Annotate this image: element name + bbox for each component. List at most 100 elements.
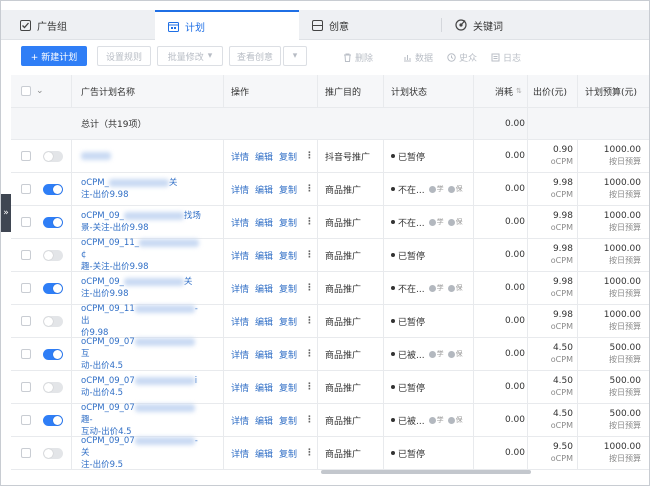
edit-link[interactable]: 编辑 — [255, 150, 273, 163]
row-checkbox[interactable] — [21, 206, 31, 238]
plan-name-link[interactable]: oCPM_09_11_ ¢ 趣-关注-出价9.98 — [81, 238, 201, 272]
history-button[interactable]: 史众 — [447, 51, 477, 64]
plan-name-link[interactable]: oCPM_09_ 找场 景-关注-出价9.98 — [81, 206, 201, 238]
detail-link[interactable]: 详情 — [231, 183, 249, 196]
plan-name-link[interactable]: oCPM_09_07 互 动-出价4.5 — [81, 337, 201, 371]
row-toggle[interactable] — [43, 173, 63, 205]
select-all-checkbox[interactable] — [21, 75, 31, 107]
detail-link[interactable]: 详情 — [231, 414, 249, 427]
tab-keyword[interactable]: 关键词 — [455, 10, 503, 40]
row-checkbox[interactable] — [21, 140, 31, 172]
detail-link[interactable]: 详情 — [231, 447, 249, 460]
row-checkbox[interactable] — [21, 371, 31, 403]
copy-link[interactable]: 复制 — [279, 348, 297, 361]
goal-text: 商品推广 — [325, 350, 362, 361]
plan-name-link[interactable]: oCPM_09_07 -关 注-出价9.5 — [81, 436, 201, 470]
batch-edit-button[interactable]: 批量修改 ▾ — [157, 46, 223, 66]
new-plan-button[interactable]: + 新建计划 — [21, 46, 87, 66]
plan-name-link[interactable]: oCPM_09_07 趣- 互动-出价4.5 — [81, 403, 201, 437]
col-consume[interactable]: 消耗 ⇅ — [495, 75, 522, 107]
chevron-down-icon[interactable]: ⌄ — [36, 75, 44, 107]
detail-link[interactable]: 详情 — [231, 150, 249, 163]
detail-link[interactable]: 详情 — [231, 216, 249, 229]
row-toggle[interactable] — [43, 437, 63, 469]
row-toggle[interactable] — [43, 404, 63, 436]
goal-text: 商品推广 — [325, 284, 362, 295]
more-icon[interactable]: ⋮ — [305, 151, 314, 161]
row-checkbox[interactable] — [21, 239, 31, 271]
log-button[interactable]: 日志 — [491, 51, 521, 64]
status-text: 已暂停 — [398, 449, 426, 460]
bid-value: 9.98 — [552, 310, 573, 320]
bid-cell: 9.98 oCPM — [527, 206, 573, 238]
data-button[interactable]: 数据 — [403, 51, 433, 64]
edit-link[interactable]: 编辑 — [255, 282, 273, 295]
more-icon[interactable]: ⋮ — [305, 250, 314, 260]
detail-link[interactable]: 详情 — [231, 282, 249, 295]
plan-name-prefix: oCPM_09_11 — [81, 304, 135, 314]
edit-link[interactable]: 编辑 — [255, 414, 273, 427]
tab-plan[interactable]: 计划 — [155, 10, 299, 41]
copy-link[interactable]: 复制 — [279, 414, 297, 427]
view-creative-dropdown[interactable]: ▾ — [283, 46, 307, 66]
delete-button[interactable]: 删除 — [343, 51, 373, 64]
row-checkbox[interactable] — [21, 272, 31, 304]
more-icon[interactable]: ⋮ — [305, 349, 314, 359]
copy-link[interactable]: 复制 — [279, 249, 297, 262]
detail-link[interactable]: 详情 — [231, 249, 249, 262]
bid-cell: 4.50 oCPM — [527, 404, 573, 436]
edit-link[interactable]: 编辑 — [255, 348, 273, 361]
edit-link[interactable]: 编辑 — [255, 216, 273, 229]
plan-name-link[interactable]: oCPM_ 关 注-出价9.98 — [81, 173, 201, 205]
edit-link[interactable]: 编辑 — [255, 183, 273, 196]
setup-rules-button[interactable]: 设置规则 — [97, 46, 151, 66]
row-checkbox[interactable] — [21, 173, 31, 205]
detail-link[interactable]: 详情 — [231, 348, 249, 361]
more-icon[interactable]: ⋮ — [305, 448, 314, 458]
plan-name-link[interactable]: oCPM_09_11 -出 价9.98 — [81, 304, 201, 338]
row-checkbox[interactable] — [21, 305, 31, 337]
row-toggle[interactable] — [43, 305, 63, 337]
plan-status: 已暂停 — [391, 140, 425, 172]
edit-link[interactable]: 编辑 — [255, 447, 273, 460]
copy-link[interactable]: 复制 — [279, 447, 297, 460]
row-toggle[interactable] — [43, 206, 63, 238]
row-toggle[interactable] — [43, 371, 63, 403]
copy-link[interactable]: 复制 — [279, 315, 297, 328]
budget-value: 1000.00 — [603, 211, 641, 221]
copy-link[interactable]: 复制 — [279, 183, 297, 196]
row-checkbox[interactable] — [21, 338, 31, 370]
plan-name-link[interactable] — [81, 140, 201, 172]
more-icon[interactable]: ⋮ — [305, 415, 314, 425]
learning-badge: 学 — [428, 283, 444, 293]
tab-creative[interactable]: 创意 — [311, 10, 349, 40]
view-creative-button[interactable]: 查看创意 — [229, 46, 281, 66]
status-dot — [391, 352, 395, 356]
copy-link[interactable]: 复制 — [279, 282, 297, 295]
status-dot — [391, 220, 395, 224]
plan-name-link[interactable]: oCPM_09_ 关 注-出价9.98 — [81, 272, 201, 304]
row-toggle[interactable] — [43, 272, 63, 304]
row-checkbox[interactable] — [21, 437, 31, 469]
more-icon[interactable]: ⋮ — [305, 283, 314, 293]
copy-link[interactable]: 复制 — [279, 150, 297, 163]
tab-ad-group[interactable]: 广告组 — [19, 10, 67, 40]
detail-link[interactable]: 详情 — [231, 315, 249, 328]
row-checkbox[interactable] — [21, 404, 31, 436]
edit-link[interactable]: 编辑 — [255, 249, 273, 262]
copy-link[interactable]: 复制 — [279, 381, 297, 394]
more-icon[interactable]: ⋮ — [305, 217, 314, 227]
more-icon[interactable]: ⋮ — [305, 382, 314, 392]
more-icon[interactable]: ⋮ — [305, 316, 314, 326]
more-icon[interactable]: ⋮ — [305, 184, 314, 194]
copy-link[interactable]: 复制 — [279, 216, 297, 229]
edit-link[interactable]: 编辑 — [255, 315, 273, 328]
row-toggle[interactable] — [43, 239, 63, 271]
row-toggle[interactable] — [43, 140, 63, 172]
expand-sidebar-handle[interactable]: » — [1, 194, 11, 232]
plan-name-link[interactable]: oCPM_09_07 i 动-出价4.5 — [81, 371, 201, 403]
row-toggle[interactable] — [43, 338, 63, 370]
horizontal-scrollbar[interactable] — [321, 470, 531, 474]
edit-link[interactable]: 编辑 — [255, 381, 273, 394]
detail-link[interactable]: 详情 — [231, 381, 249, 394]
